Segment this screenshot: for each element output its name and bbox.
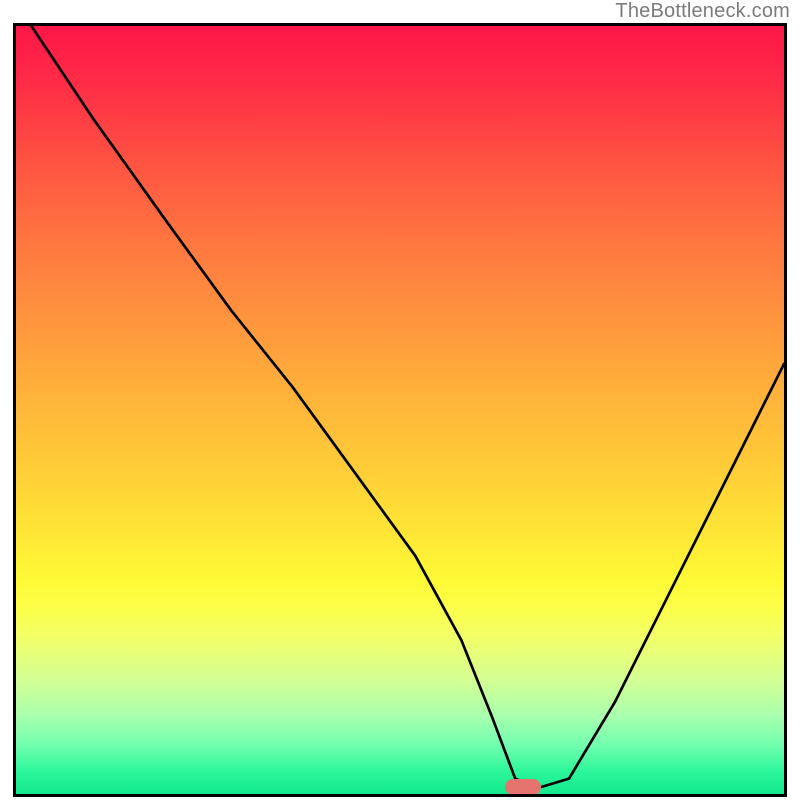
chart-frame [13,23,787,797]
watermark-text: TheBottleneck.com [615,0,790,23]
bottleneck-curve [16,26,784,794]
curve-path [31,26,784,788]
optimal-marker [505,779,541,795]
